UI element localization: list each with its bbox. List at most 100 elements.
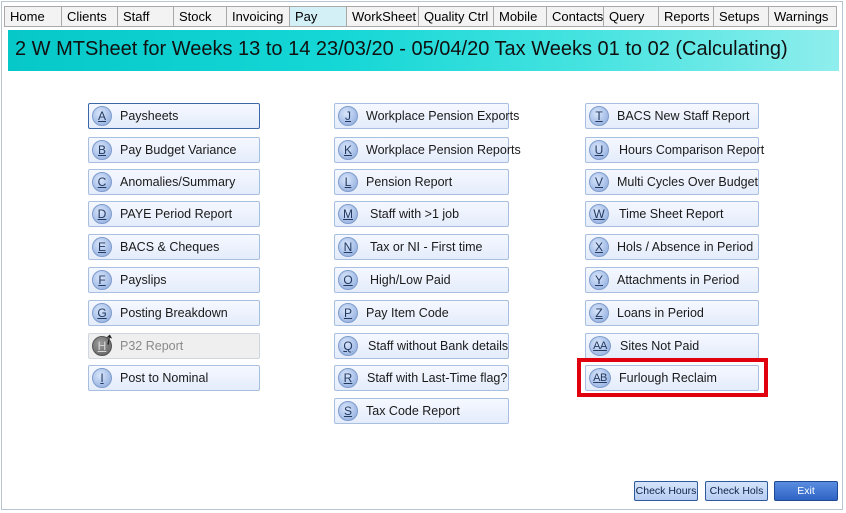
menu-button-label: Anomalies/Summary	[120, 175, 236, 189]
shortcut-key: W	[589, 204, 609, 224]
check-hours-button[interactable]: Check Hours	[634, 481, 698, 501]
menu-button-label: Time Sheet Report	[619, 207, 724, 221]
menu-button-workplace-pension-reports[interactable]: K Workplace Pension Reports	[334, 137, 521, 163]
menu-button-workplace-pension-exports[interactable]: J Workplace Pension Exports	[334, 103, 519, 129]
menu-button-p32-report: H ➚ P32 Report	[88, 329, 260, 359]
tab-reports[interactable]: Reports	[658, 6, 713, 27]
title-bar: 2 W MTSheet for Weeks 13 to 14 23/03/20 …	[8, 30, 839, 71]
menu-button-tax-or-ni-first-time[interactable]: N Tax or NI - First time	[334, 234, 509, 260]
menu-button-pension-report[interactable]: L Pension Report	[334, 169, 509, 195]
menu-button-high-low-paid[interactable]: O High/Low Paid	[334, 267, 509, 293]
menu-button-label: BACS & Cheques	[120, 240, 220, 254]
menu-button-anomalies-summary[interactable]: C Anomalies/Summary	[88, 169, 260, 195]
tab-quality-ctrl[interactable]: Quality Ctrl	[418, 6, 493, 27]
shortcut-key: T	[589, 106, 609, 126]
shortcut-key: B	[92, 140, 112, 160]
menu-button-label: Payslips	[120, 273, 167, 287]
shortcut-key: N	[338, 237, 358, 257]
shortcut-key: AA	[589, 336, 611, 356]
menu-button-staff-multiple-jobs[interactable]: M Staff with >1 job	[334, 201, 509, 227]
menu-button-paye-period-report[interactable]: D PAYE Period Report	[88, 201, 260, 227]
shortcut-key: J	[338, 106, 358, 126]
shortcut-key: S	[338, 401, 358, 421]
menu-button-multi-cycles-over-budget[interactable]: V Multi Cycles Over Budget	[585, 169, 759, 195]
menu-button-label: High/Low Paid	[370, 273, 451, 287]
menu-button-label: Pay Item Code	[366, 306, 449, 320]
menu-button-payslips[interactable]: F Payslips	[88, 267, 260, 293]
menu-button-staff-without-bank-details[interactable]: Q Staff without Bank details	[334, 333, 509, 359]
menu-button-post-to-nominal[interactable]: I Post to Nominal	[88, 365, 260, 391]
menu-button-posting-breakdown[interactable]: G Posting Breakdown	[88, 300, 260, 326]
menu-button-label: Staff with >1 job	[370, 207, 460, 221]
shortcut-key: E	[92, 237, 112, 257]
shortcut-key: Z	[589, 303, 609, 323]
shortcut-key: O	[338, 270, 358, 290]
shortcut-key: P	[338, 303, 358, 323]
shortcut-key: X	[589, 237, 609, 257]
shortcut-key: A	[92, 106, 112, 126]
menu-button-sites-not-paid[interactable]: AA Sites Not Paid	[585, 333, 759, 359]
tab-mobile[interactable]: Mobile	[493, 6, 546, 27]
tab-bar: Home Clients Staff Stock Invoicing Pay W…	[4, 6, 837, 27]
menu-button-label: Attachments in Period	[617, 273, 740, 287]
menu-button-label: Hols / Absence in Period	[617, 240, 754, 254]
tab-query[interactable]: Query	[603, 6, 658, 27]
menu-button-label: Posting Breakdown	[120, 306, 228, 320]
tab-divider	[4, 26, 837, 27]
menu-button-bacs-new-staff-report[interactable]: T BACS New Staff Report	[585, 103, 759, 129]
menu-button-paysheets[interactable]: A Paysheets	[88, 103, 260, 129]
menu-button-tax-code-report[interactable]: S Tax Code Report	[334, 398, 509, 424]
menu-button-furlough-reclaim[interactable]: AB Furlough Reclaim	[585, 365, 759, 391]
menu-button-time-sheet-report[interactable]: W Time Sheet Report	[585, 201, 759, 227]
menu-button-label: Tax Code Report	[366, 404, 460, 418]
tab-setups[interactable]: Setups	[713, 6, 768, 27]
shortcut-key: L	[338, 172, 358, 192]
tab-pay[interactable]: Pay	[289, 6, 346, 27]
tab-stock[interactable]: Stock	[173, 6, 226, 27]
menu-button-pay-budget-variance[interactable]: B Pay Budget Variance	[88, 137, 260, 163]
menu-button-hours-comparison-report[interactable]: U Hours Comparison Report	[585, 137, 764, 163]
shortcut-key: U	[589, 140, 609, 160]
menu-button-attachments-in-period[interactable]: Y Attachments in Period	[585, 267, 759, 293]
shortcut-key: I	[92, 368, 112, 388]
menu-button-label: Sites Not Paid	[620, 339, 700, 353]
shortcut-key: M	[338, 204, 358, 224]
check-hols-button[interactable]: Check Hols	[705, 481, 768, 501]
shortcut-key: Q	[338, 336, 358, 356]
menu-button-bacs-cheques[interactable]: E BACS & Cheques	[88, 234, 260, 260]
menu-button-label: PAYE Period Report	[120, 207, 233, 221]
menu-button-label: Workplace Pension Exports	[366, 109, 520, 123]
menu-button-label: Tax or NI - First time	[370, 240, 483, 254]
tab-home[interactable]: Home	[4, 6, 61, 27]
tab-staff[interactable]: Staff	[117, 6, 173, 27]
menu-button-label: Workplace Pension Reports	[366, 143, 521, 157]
menu-button-hols-absence-in-period[interactable]: X Hols / Absence in Period	[585, 234, 759, 260]
shortcut-key: AB	[589, 368, 611, 388]
menu-button-label: BACS New Staff Report	[617, 109, 750, 123]
tab-contacts[interactable]: Contacts	[546, 6, 603, 27]
tab-worksheet[interactable]: WorkSheet	[346, 6, 418, 27]
page-title: 2 W MTSheet for Weeks 13 to 14 23/03/20 …	[15, 38, 788, 60]
menu-button-pay-item-code[interactable]: P Pay Item Code	[334, 300, 509, 326]
menu-button-label: Pension Report	[366, 175, 453, 189]
tab-clients[interactable]: Clients	[61, 6, 117, 27]
menu-button-staff-last-time-flag[interactable]: R Staff with Last-Time flag?	[334, 365, 509, 391]
shortcut-key: F	[92, 270, 112, 290]
menu-button-label: Loans in Period	[617, 306, 704, 320]
menu-button-label: Pay Budget Variance	[120, 143, 237, 157]
shortcut-key: Y	[589, 270, 609, 290]
tab-invoicing[interactable]: Invoicing	[226, 6, 289, 27]
menu-button-loans-in-period[interactable]: Z Loans in Period	[585, 300, 759, 326]
shortcut-key: C	[92, 172, 112, 192]
menu-button-label: Furlough Reclaim	[619, 371, 717, 385]
shortcut-key: D	[92, 204, 112, 224]
exit-button[interactable]: Exit	[774, 481, 838, 501]
menu-button-label: Hours Comparison Report	[619, 143, 765, 157]
menu-button-label: Staff with Last-Time flag?	[367, 371, 508, 385]
menu-button-label: P32 Report	[120, 339, 184, 353]
menu-button-label: Staff without Bank details	[368, 339, 509, 353]
shortcut-key: R	[338, 368, 358, 388]
tab-warnings[interactable]: Warnings	[768, 6, 837, 27]
menu-button-label: Post to Nominal	[120, 371, 209, 385]
shortcut-key: V	[589, 172, 609, 192]
